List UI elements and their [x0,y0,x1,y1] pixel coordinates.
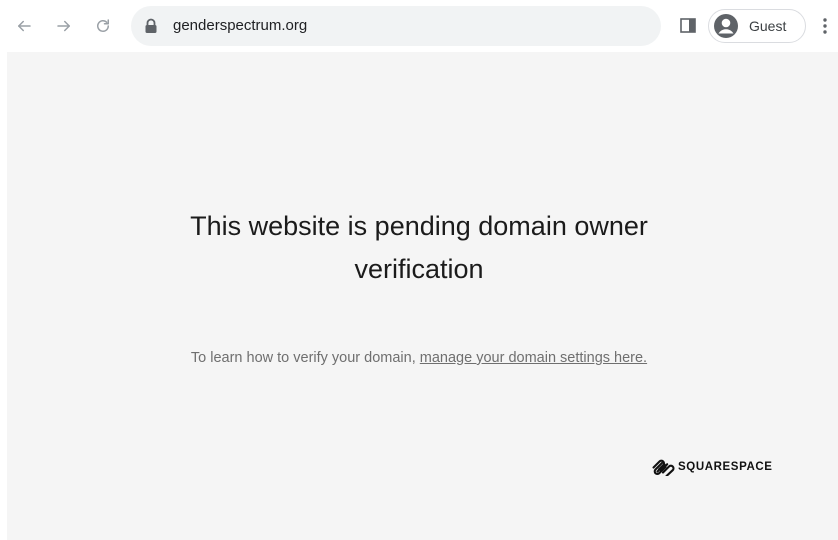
heading-line-2: verification [354,254,484,284]
domain-settings-link[interactable]: manage your domain settings here. [420,350,647,366]
reload-button[interactable] [91,14,115,38]
forward-button[interactable] [52,14,76,38]
address-bar[interactable]: genderspectrum.org [131,6,661,46]
arrow-left-icon [18,20,31,32]
brand-name: SQUARESPACE [678,461,773,473]
page-heading: This website is pending domain owner ver… [0,205,838,291]
more-vertical-icon[interactable] [819,16,831,36]
arrow-right-icon [57,20,70,32]
squarespace-logo-icon [652,459,675,476]
back-button[interactable] [12,14,36,38]
profile-label: Guest [749,18,787,34]
side-panel-icon[interactable] [680,18,696,33]
lock-icon[interactable] [144,18,158,34]
browser-toolbar: genderspectrum.org Guest [0,0,838,52]
url-text[interactable]: genderspectrum.org [173,16,307,36]
squarespace-brand[interactable]: SQUARESPACE [651,458,773,476]
instruction-text: To learn how to verify your domain, [190,350,420,366]
heading-line-1: This website is pending domain owner [190,211,648,241]
profile-button[interactable]: Guest [708,9,806,43]
verification-instructions: To learn how to verify your domain, mana… [0,348,838,368]
reload-icon [97,19,109,32]
account-circle-icon [714,14,738,38]
